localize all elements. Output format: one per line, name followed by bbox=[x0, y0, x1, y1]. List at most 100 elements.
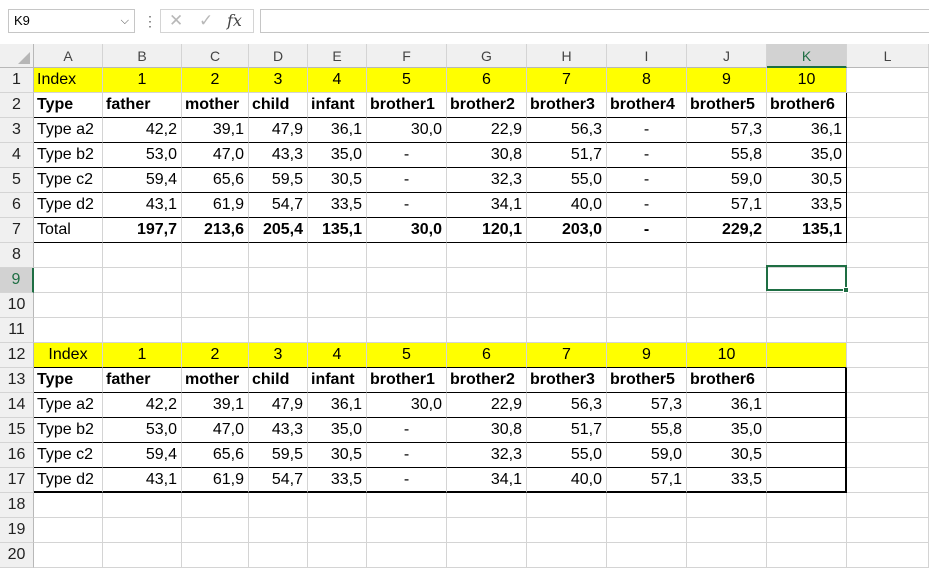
cell-h8[interactable] bbox=[527, 243, 607, 268]
cell-g19[interactable] bbox=[447, 518, 527, 543]
cell-d13[interactable]: child bbox=[249, 368, 308, 393]
cell-f20[interactable] bbox=[367, 543, 447, 568]
cell-d19[interactable] bbox=[249, 518, 308, 543]
cell-i8[interactable] bbox=[607, 243, 687, 268]
cell-g7[interactable]: 120,1 bbox=[447, 218, 527, 243]
cell-f13[interactable]: brother1 bbox=[367, 368, 447, 393]
cell-f15[interactable]: - bbox=[367, 418, 447, 443]
cell-l1[interactable] bbox=[847, 68, 929, 93]
cell-b13[interactable]: father bbox=[103, 368, 182, 393]
cell-b4[interactable]: 53,0 bbox=[103, 143, 182, 168]
cell-h5[interactable]: 55,0 bbox=[527, 168, 607, 193]
cell-h15[interactable]: 51,7 bbox=[527, 418, 607, 443]
cell-i1[interactable]: 8 bbox=[607, 68, 687, 93]
cell-c19[interactable] bbox=[182, 518, 249, 543]
row-header-18[interactable]: 18 bbox=[0, 493, 34, 518]
cell-c3[interactable]: 39,1 bbox=[182, 118, 249, 143]
cell-k6[interactable]: 33,5 bbox=[767, 193, 847, 218]
cell-d4[interactable]: 43,3 bbox=[249, 143, 308, 168]
cell-f9[interactable] bbox=[367, 268, 447, 293]
cell-e18[interactable] bbox=[308, 493, 367, 518]
cell-i5[interactable]: - bbox=[607, 168, 687, 193]
cell-d2[interactable]: child bbox=[249, 93, 308, 118]
cell-j4[interactable]: 55,8 bbox=[687, 143, 767, 168]
cell-c5[interactable]: 65,6 bbox=[182, 168, 249, 193]
cell-i20[interactable] bbox=[607, 543, 687, 568]
cell-c17[interactable]: 61,9 bbox=[182, 468, 249, 493]
cell-f12[interactable]: 5 bbox=[367, 343, 447, 368]
cell-d9[interactable] bbox=[249, 268, 308, 293]
cell-b10[interactable] bbox=[103, 293, 182, 318]
cell-k19[interactable] bbox=[767, 518, 847, 543]
column-header-c[interactable]: C bbox=[182, 44, 249, 68]
cell-a2[interactable]: Type bbox=[34, 93, 103, 118]
cell-j17[interactable]: 33,5 bbox=[687, 468, 767, 493]
cell-a13[interactable]: Type bbox=[34, 368, 103, 393]
cell-g3[interactable]: 22,9 bbox=[447, 118, 527, 143]
cell-g4[interactable]: 30,8 bbox=[447, 143, 527, 168]
row-header-11[interactable]: 11 bbox=[0, 318, 34, 343]
cell-f2[interactable]: brother1 bbox=[367, 93, 447, 118]
cell-j3[interactable]: 57,3 bbox=[687, 118, 767, 143]
cell-f19[interactable] bbox=[367, 518, 447, 543]
row-header-3[interactable]: 3 bbox=[0, 118, 34, 143]
cell-h6[interactable]: 40,0 bbox=[527, 193, 607, 218]
cell-h10[interactable] bbox=[527, 293, 607, 318]
cell-i19[interactable] bbox=[607, 518, 687, 543]
cell-k18[interactable] bbox=[767, 493, 847, 518]
row-header-7[interactable]: 7 bbox=[0, 218, 34, 243]
cell-c4[interactable]: 47,0 bbox=[182, 143, 249, 168]
cell-e4[interactable]: 35,0 bbox=[308, 143, 367, 168]
cell-k4[interactable]: 35,0 bbox=[767, 143, 847, 168]
cell-c15[interactable]: 47,0 bbox=[182, 418, 249, 443]
cell-g6[interactable]: 34,1 bbox=[447, 193, 527, 218]
column-header-j[interactable]: J bbox=[687, 44, 767, 68]
cell-i16[interactable]: 59,0 bbox=[607, 443, 687, 468]
cell-h20[interactable] bbox=[527, 543, 607, 568]
cell-k7[interactable]: 135,1 bbox=[767, 218, 847, 243]
cell-i3[interactable]: - bbox=[607, 118, 687, 143]
cell-j16[interactable]: 30,5 bbox=[687, 443, 767, 468]
cell-f6[interactable]: - bbox=[367, 193, 447, 218]
cell-k10[interactable] bbox=[767, 293, 847, 318]
cell-a17[interactable]: Type d2 bbox=[34, 468, 103, 493]
column-header-k[interactable]: K bbox=[767, 44, 847, 68]
cell-j19[interactable] bbox=[687, 518, 767, 543]
cell-a8[interactable] bbox=[34, 243, 103, 268]
cell-c14[interactable]: 39,1 bbox=[182, 393, 249, 418]
row-header-12[interactable]: 12 bbox=[0, 343, 34, 368]
cell-k9[interactable] bbox=[767, 268, 847, 293]
cell-l15[interactable] bbox=[847, 418, 929, 443]
row-header-17[interactable]: 17 bbox=[0, 468, 34, 493]
row-header-10[interactable]: 10 bbox=[0, 293, 34, 318]
cell-f8[interactable] bbox=[367, 243, 447, 268]
cell-k11[interactable] bbox=[767, 318, 847, 343]
cell-a6[interactable]: Type d2 bbox=[34, 193, 103, 218]
cell-g14[interactable]: 22,9 bbox=[447, 393, 527, 418]
cell-g18[interactable] bbox=[447, 493, 527, 518]
cell-h16[interactable]: 55,0 bbox=[527, 443, 607, 468]
cell-f17[interactable]: - bbox=[367, 468, 447, 493]
cell-f4[interactable]: - bbox=[367, 143, 447, 168]
cell-c6[interactable]: 61,9 bbox=[182, 193, 249, 218]
cell-j8[interactable] bbox=[687, 243, 767, 268]
cell-d11[interactable] bbox=[249, 318, 308, 343]
column-header-l[interactable]: L bbox=[847, 44, 929, 68]
cell-k12[interactable] bbox=[767, 343, 847, 368]
column-header-g[interactable]: G bbox=[447, 44, 527, 68]
cell-c20[interactable] bbox=[182, 543, 249, 568]
cell-e11[interactable] bbox=[308, 318, 367, 343]
cell-j12[interactable]: 10 bbox=[687, 343, 767, 368]
cell-j13[interactable]: brother6 bbox=[687, 368, 767, 393]
cell-k1[interactable]: 10 bbox=[767, 68, 847, 93]
row-header-15[interactable]: 15 bbox=[0, 418, 34, 443]
cell-l17[interactable] bbox=[847, 468, 929, 493]
cell-b15[interactable]: 53,0 bbox=[103, 418, 182, 443]
cell-e2[interactable]: infant bbox=[308, 93, 367, 118]
cell-j5[interactable]: 59,0 bbox=[687, 168, 767, 193]
cell-f7[interactable]: 30,0 bbox=[367, 218, 447, 243]
cell-e16[interactable]: 30,5 bbox=[308, 443, 367, 468]
cell-k16[interactable] bbox=[767, 443, 847, 468]
cell-g16[interactable]: 32,3 bbox=[447, 443, 527, 468]
cell-e15[interactable]: 35,0 bbox=[308, 418, 367, 443]
